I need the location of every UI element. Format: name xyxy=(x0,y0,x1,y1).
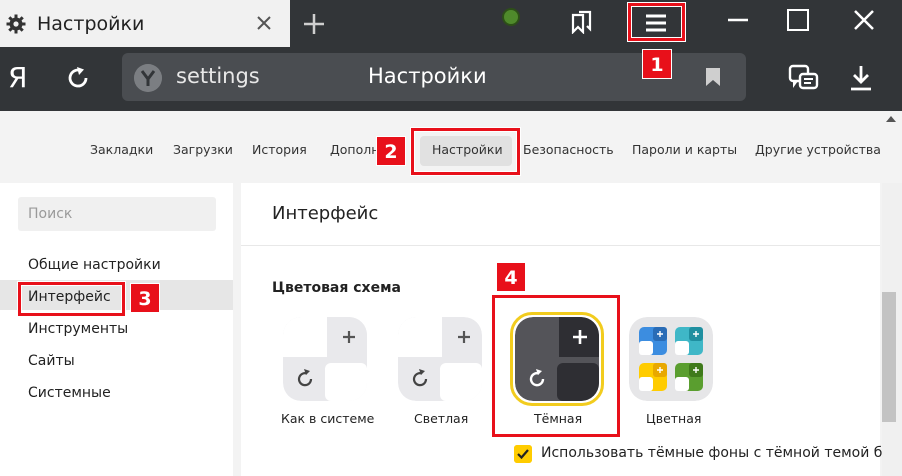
nav-item-bookmarks[interactable]: Закладки xyxy=(90,142,153,157)
annotation-box-settings xyxy=(411,128,520,175)
annotation-box-dark-scheme xyxy=(492,295,620,437)
maximize-icon[interactable] xyxy=(787,9,809,31)
search-input[interactable] xyxy=(18,197,216,231)
nav-item-other-devices[interactable]: Другие устройства xyxy=(755,142,881,157)
window-close-icon[interactable] xyxy=(852,8,876,32)
annotation-badge-3: 3 xyxy=(130,283,160,313)
bookmarks-manager-icon[interactable] xyxy=(570,10,594,34)
site-icon xyxy=(134,64,162,92)
close-icon[interactable] xyxy=(256,15,272,31)
nav-item-passwords[interactable]: Пароли и карты xyxy=(632,142,737,157)
dark-backgrounds-label[interactable]: Использовать тёмные фоны с тёмной темой … xyxy=(541,445,902,461)
settings-sidebar: Общие настройки Интерфейс Инструменты Са… xyxy=(0,183,233,476)
download-icon[interactable] xyxy=(848,63,874,93)
page-title-text: Настройки xyxy=(368,64,487,88)
tab-title: Настройки xyxy=(37,13,145,35)
sidebar-item-general[interactable]: Общие настройки xyxy=(28,257,161,273)
annotation-badge-4: 4 xyxy=(496,262,526,292)
scrollbar-thumb[interactable] xyxy=(882,292,896,422)
nav-item-history[interactable]: История xyxy=(252,142,307,157)
scheme-light-label: Светлая xyxy=(414,411,469,426)
sidebar-item-tools[interactable]: Инструменты xyxy=(28,321,128,337)
nav-item-downloads[interactable]: Загрузки xyxy=(173,142,233,157)
scheme-colored-option[interactable] xyxy=(629,317,713,401)
tabs-icon[interactable] xyxy=(788,63,820,93)
bookmark-icon[interactable] xyxy=(705,67,721,87)
color-scheme-title: Цветовая схема xyxy=(272,280,401,296)
address-bar: Я settings Настройки xyxy=(0,47,902,111)
section-title: Интерфейс xyxy=(272,203,379,224)
dark-backgrounds-checkbox[interactable] xyxy=(514,445,532,463)
divider xyxy=(241,245,880,246)
gear-icon xyxy=(6,14,26,34)
omnibox-tail xyxy=(732,53,746,101)
sidebar-item-system[interactable]: Системные xyxy=(28,385,111,401)
scheme-system-option[interactable] xyxy=(283,317,367,401)
annotation-box-interface xyxy=(18,282,125,316)
reload-icon[interactable] xyxy=(64,64,92,92)
annotation-badge-1: 1 xyxy=(642,49,672,79)
nav-item-security[interactable]: Безопасность xyxy=(523,142,614,157)
scheme-light-option[interactable] xyxy=(398,317,482,401)
annotation-box-menu xyxy=(628,3,685,41)
url-text: settings xyxy=(176,64,260,88)
tab-bar: Настройки xyxy=(0,0,902,47)
sidebar-item-sites[interactable]: Сайты xyxy=(28,353,75,369)
tab-settings[interactable]: Настройки xyxy=(0,0,290,47)
minimize-icon[interactable] xyxy=(726,8,750,32)
nav-item-addons[interactable]: Дополн xyxy=(330,142,379,157)
scroll-up-arrow[interactable] xyxy=(886,116,896,122)
extension-icon[interactable] xyxy=(502,8,520,26)
plus-icon[interactable] xyxy=(302,12,326,36)
scheme-system-label: Как в системе xyxy=(281,411,375,426)
yandex-logo[interactable]: Я xyxy=(8,61,27,94)
annotation-badge-2: 2 xyxy=(376,136,406,166)
scheme-colored-label: Цветная xyxy=(646,411,702,426)
